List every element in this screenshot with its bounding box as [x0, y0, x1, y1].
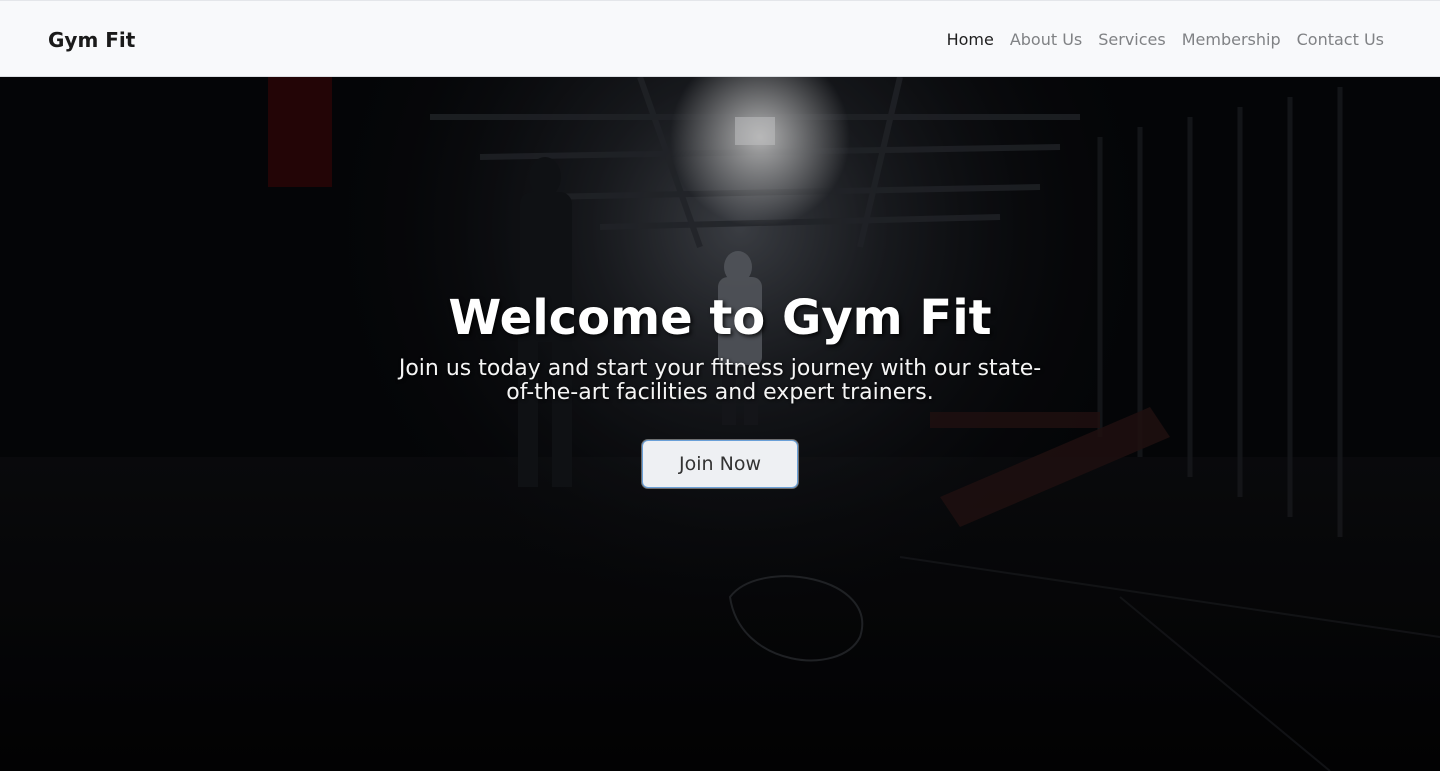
hero-title: Welcome to Gym Fit — [448, 290, 992, 346]
nav-menu: Home About Us Services Membership Contac… — [947, 30, 1384, 49]
hero-section: Welcome to Gym Fit Join us today and sta… — [0, 77, 1440, 771]
hero-text: Welcome to Gym Fit Join us today and sta… — [0, 290, 1440, 405]
hero-background-image — [0, 77, 1440, 771]
nav-link-membership[interactable]: Membership — [1182, 30, 1281, 49]
nav-link-about-us[interactable]: About Us — [1010, 30, 1082, 49]
nav-link-home[interactable]: Home — [947, 30, 994, 49]
nav-link-contact-us[interactable]: Contact Us — [1297, 30, 1384, 49]
nav-link-services[interactable]: Services — [1098, 30, 1165, 49]
hero-subtitle: Join us today and start your fitness jou… — [398, 356, 1042, 405]
navbar: Gym Fit Home About Us Services Membershi… — [0, 0, 1440, 77]
brand-logo[interactable]: Gym Fit — [48, 28, 135, 52]
join-now-button[interactable]: Join Now — [642, 440, 798, 488]
